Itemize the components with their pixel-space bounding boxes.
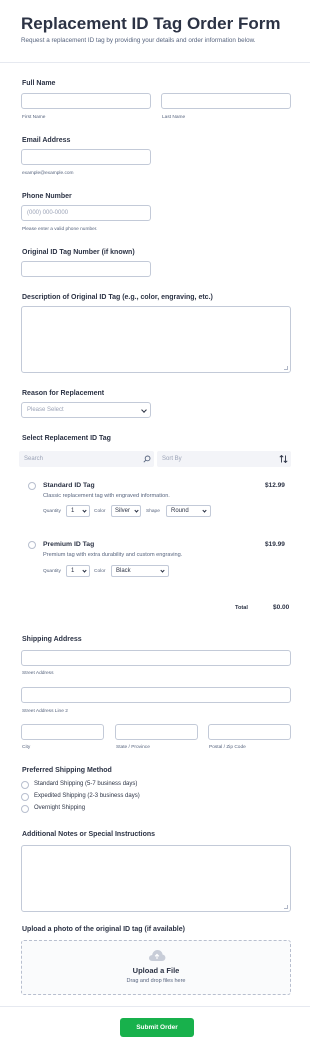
notes-textarea[interactable] xyxy=(21,845,291,912)
phone-label: Phone Number xyxy=(22,193,72,200)
notes-label: Additional Notes or Special Instructions xyxy=(22,831,156,838)
product-sort-placeholder: Sort By xyxy=(162,456,182,462)
standard-quantity-label: Quantity xyxy=(43,509,61,514)
resize-handle-icon[interactable] xyxy=(284,366,288,370)
standard-shape-label: Shape xyxy=(146,509,160,514)
phone-placeholder: (000) 000-0000 xyxy=(27,210,69,216)
shipping-expedited-label: Expedited Shipping (2-3 business days) xyxy=(34,793,140,799)
shipping-standard-label: Standard Shipping (5-7 business days) xyxy=(34,781,138,787)
upload-subtitle: Drag and drop files here xyxy=(126,978,186,984)
product-standard-desc: Classic replacement tag with engraved in… xyxy=(43,493,170,499)
description-label: Description of Original ID Tag (e.g., co… xyxy=(22,294,213,301)
shipping-label: Shipping Address xyxy=(22,636,82,643)
products-label: Select Replacement ID Tag xyxy=(22,435,111,442)
upload-label: Upload a photo of the original ID tag (i… xyxy=(22,926,185,933)
product-search-placeholder: Search xyxy=(24,456,44,462)
email-sublabel: example@example.com xyxy=(22,171,74,176)
chevron-down-icon xyxy=(82,508,87,513)
premium-color-value: Black xyxy=(116,568,131,574)
street-address-input[interactable] xyxy=(21,650,291,666)
submit-button[interactable]: Submit Order xyxy=(120,1018,194,1037)
product-premium-name: Premium ID Tag xyxy=(43,541,95,548)
total-label: Total xyxy=(235,605,248,611)
chevron-down-icon xyxy=(160,568,165,573)
original-tag-label: Original ID Tag Number (if known) xyxy=(22,249,135,256)
street-address-sublabel: Street Address xyxy=(22,671,54,676)
standard-color-label: Color xyxy=(94,509,106,514)
reason-select[interactable]: Please Select xyxy=(21,402,151,418)
shipping-overnight-label: Overnight Shipping xyxy=(34,805,86,811)
chevron-down-icon xyxy=(202,508,207,513)
shipping-method-label: Preferred Shipping Method xyxy=(22,767,112,774)
last-name-input[interactable] xyxy=(161,93,291,109)
product-sort-select[interactable]: Sort By xyxy=(157,451,291,467)
form-subtitle: Request a replacement ID tag by providin… xyxy=(21,37,256,44)
product-search-input[interactable]: Search xyxy=(19,451,154,467)
upload-title: Upload a File xyxy=(132,966,180,975)
shipping-standard-radio[interactable] xyxy=(21,781,29,789)
header-divider xyxy=(0,62,310,63)
full-name-label: Full Name xyxy=(22,80,56,87)
reason-placeholder: Please Select xyxy=(27,407,64,413)
sort-icon xyxy=(279,455,288,463)
cloud-upload-icon xyxy=(148,950,166,961)
chevron-down-icon xyxy=(82,568,87,573)
reason-label: Reason for Replacement xyxy=(22,390,105,397)
shipping-expedited-radio[interactable] xyxy=(21,793,29,801)
state-input[interactable] xyxy=(115,724,198,740)
footer-divider xyxy=(0,1006,310,1007)
description-textarea[interactable] xyxy=(21,306,291,373)
original-tag-input[interactable] xyxy=(21,261,151,277)
shipping-overnight-radio[interactable] xyxy=(21,805,29,813)
phone-input[interactable]: (000) 000-0000 xyxy=(21,205,151,221)
standard-shape-value: Round xyxy=(171,508,189,514)
product-premium-desc: Premium tag with extra durability and cu… xyxy=(43,552,183,558)
first-name-sublabel: First Name xyxy=(22,115,46,120)
form-title: Replacement ID Tag Order Form xyxy=(21,14,281,33)
premium-color-select[interactable]: Black xyxy=(111,565,169,577)
product-standard-name: Standard ID Tag xyxy=(43,482,95,489)
standard-quantity-value: 1 xyxy=(71,508,75,514)
premium-quantity-select[interactable]: 1 xyxy=(66,565,90,577)
last-name-sublabel: Last Name xyxy=(162,115,186,120)
city-sublabel: City xyxy=(22,745,31,750)
search-icon xyxy=(143,455,151,463)
standard-shape-select[interactable]: Round xyxy=(166,505,211,517)
standard-color-value: Silver xyxy=(115,508,131,514)
chevron-down-icon xyxy=(134,508,139,513)
premium-quantity-label: Quantity xyxy=(43,569,61,574)
total-value: $0.00 xyxy=(273,604,290,611)
standard-quantity-select[interactable]: 1 xyxy=(66,505,90,517)
premium-quantity-value: 1 xyxy=(71,568,75,574)
street-address-2-sublabel: Street Address Line 2 xyxy=(22,709,68,714)
chevron-down-icon xyxy=(141,407,147,413)
product-standard-price: $12.99 xyxy=(265,482,285,489)
premium-color-label: Color xyxy=(94,569,106,574)
street-address-2-input[interactable] xyxy=(21,687,291,703)
email-input[interactable] xyxy=(21,149,151,165)
product-premium-radio[interactable] xyxy=(28,541,36,549)
product-premium-price: $19.99 xyxy=(265,541,285,548)
product-standard-radio[interactable] xyxy=(28,482,36,490)
first-name-input[interactable] xyxy=(21,93,151,109)
resize-handle-icon[interactable] xyxy=(284,905,288,909)
state-sublabel: State / Province xyxy=(116,745,150,750)
email-label: Email Address xyxy=(22,137,71,144)
standard-color-select[interactable]: Silver xyxy=(111,505,141,517)
phone-sublabel: Please enter a valid phone number. xyxy=(22,227,98,232)
postal-code-input[interactable] xyxy=(208,724,291,740)
postal-code-sublabel: Postal / Zip Code xyxy=(209,745,246,750)
upload-dropzone[interactable]: Upload a File Drag and drop files here xyxy=(21,940,291,995)
city-input[interactable] xyxy=(21,724,104,740)
